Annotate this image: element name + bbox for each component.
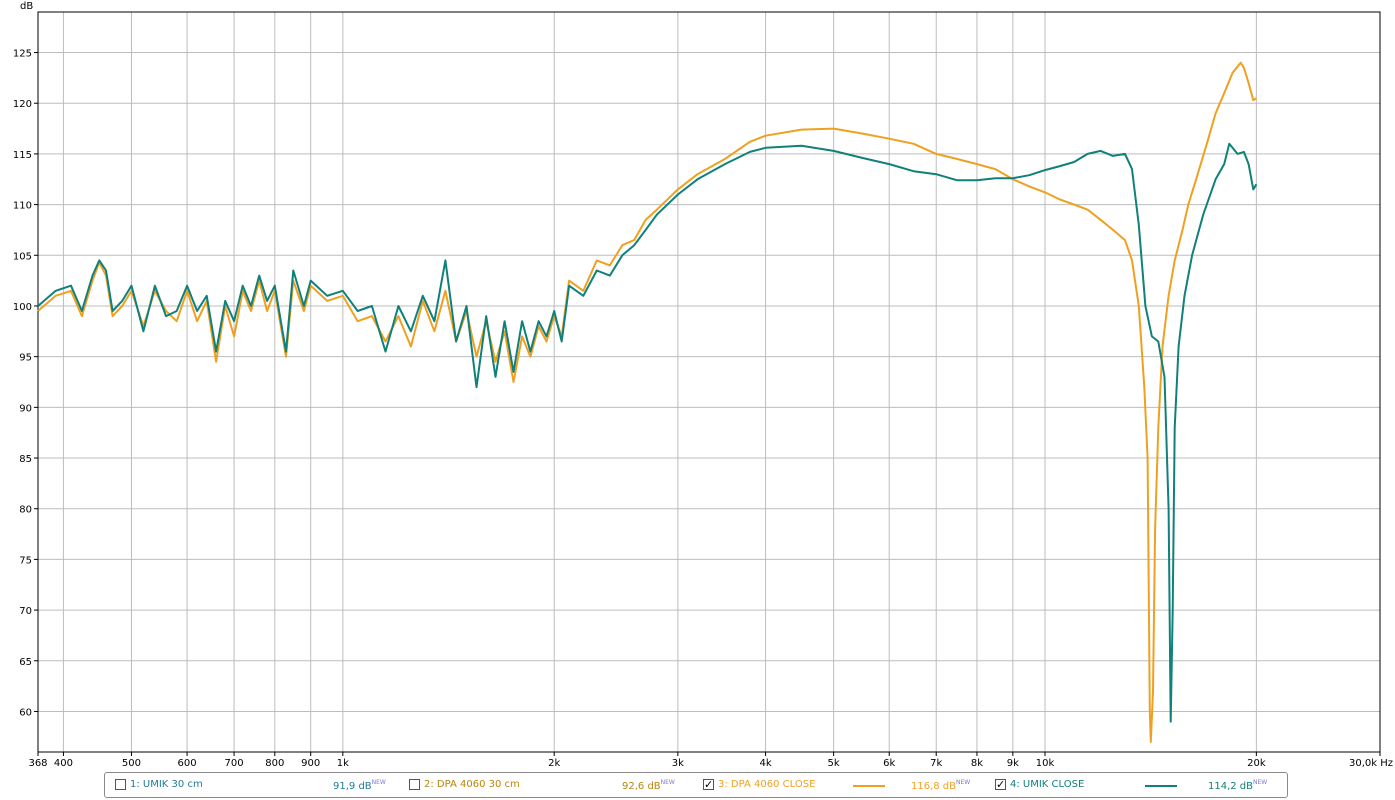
legend-checkbox-2[interactable] — [409, 779, 420, 790]
y-tick-label: 90 — [19, 403, 32, 414]
y-tick-label: 95 — [19, 353, 32, 364]
x-tick-label: 7k — [930, 758, 942, 769]
y-tick-label: 65 — [19, 657, 32, 668]
x-tick-label: 30,0k Hz — [1349, 758, 1393, 769]
legend-label-4: 4: UMIK CLOSE — [1010, 779, 1085, 790]
y-tick-label: 105 — [13, 251, 32, 262]
new-badge: NEW — [956, 779, 971, 786]
frequency-response-chart[interactable]: 368 400 500 600 700 800 900 1k 2k 3k 4k 5k 6k 7k 8k 9k 1… — [0, 0, 1395, 770]
x-tick-label: 700 — [225, 758, 244, 769]
legend-checkbox-1[interactable] — [115, 779, 126, 790]
grid-lines — [37, 12, 1381, 752]
new-badge: NEW — [371, 779, 386, 786]
y-tick-label: 100 — [13, 302, 32, 313]
new-badge: NEW — [660, 779, 675, 786]
x-tick-label: 1k — [337, 758, 349, 769]
legend-value-3: 116,8 dBNEW — [911, 779, 971, 792]
x-tick-label: 4k — [759, 758, 771, 769]
y-tick-label: 75 — [19, 555, 32, 566]
y-axis-label: dB — [20, 1, 33, 12]
y-tick-label: 120 — [13, 99, 32, 110]
x-tick-label: 6k — [883, 758, 895, 769]
x-tick-label: 368 — [28, 758, 47, 769]
legend-label-2: 2: DPA 4060 30 cm — [424, 779, 520, 790]
plot-frame — [37, 11, 1381, 753]
x-tick-label: 20k — [1247, 758, 1266, 769]
legend-checkbox-4[interactable]: ✓ — [995, 779, 1006, 790]
x-tick-label: 500 — [122, 758, 141, 769]
x-tick-label: 2k — [548, 758, 560, 769]
y-tick-label: 110 — [13, 201, 32, 212]
x-tick-label: 8k — [971, 758, 983, 769]
legend-value-1: 91,9 dBNEW — [333, 779, 386, 792]
y-tick-label: 125 — [13, 49, 32, 60]
y-tick-label: 85 — [19, 454, 32, 465]
x-tick-label: 3k — [672, 758, 684, 769]
legend-label-1: 1: UMIK 30 cm — [130, 779, 203, 790]
y-tick-label: 60 — [19, 707, 32, 718]
y-tick-label: 115 — [13, 150, 32, 161]
legend-value-2: 92,6 dBNEW — [622, 779, 675, 792]
legend-label-3: 3: DPA 4060 CLOSE — [718, 779, 816, 790]
y-tick-label: 80 — [19, 505, 32, 516]
new-badge: NEW — [1253, 779, 1268, 786]
series-line-3 — [37, 61, 1257, 743]
x-tick-label: 600 — [178, 758, 197, 769]
x-tick-label: 400 — [54, 758, 73, 769]
legend-checkbox-3[interactable]: ✓ — [703, 779, 714, 790]
x-tick-label: 900 — [301, 758, 320, 769]
y-tick-label: 70 — [19, 606, 32, 617]
x-tick-label: 5k — [828, 758, 840, 769]
legend-swatch-4 — [1145, 785, 1177, 787]
x-tick-label: 10k — [1036, 758, 1055, 769]
plot-border — [37, 11, 1381, 753]
x-tick-label: 800 — [265, 758, 284, 769]
series-lines — [37, 61, 1258, 743]
legend-swatch-3 — [853, 785, 885, 787]
legend-value-4: 114,2 dBNEW — [1208, 779, 1268, 792]
series-line-4 — [37, 142, 1258, 723]
x-tick-label: 9k — [1007, 758, 1019, 769]
legend-bar: 1: UMIK 30 cm 91,9 dBNEW 2: DPA 4060 30 … — [104, 772, 1288, 798]
